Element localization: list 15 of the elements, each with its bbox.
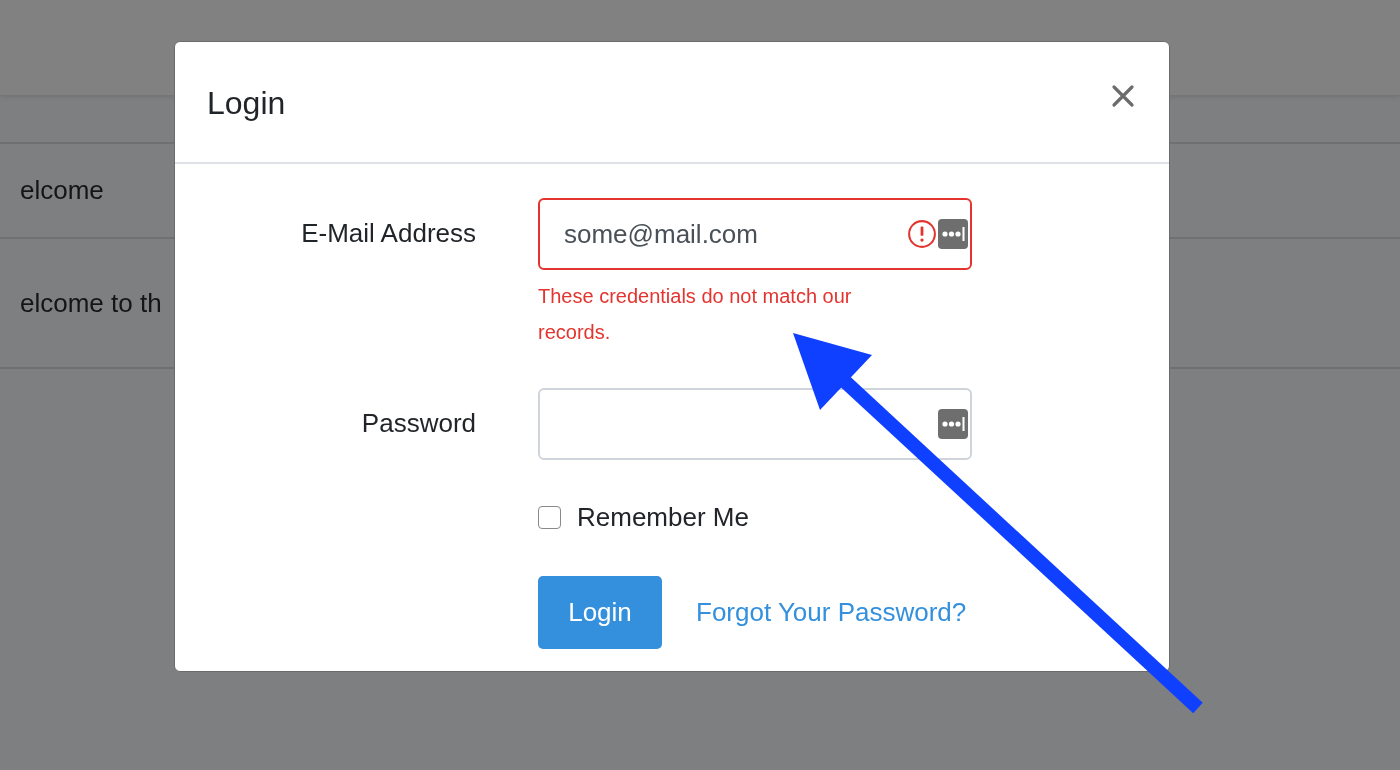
dialog-title: Login: [207, 84, 286, 122]
field-label: Password: [360, 407, 476, 439]
card-title: elcome: [20, 175, 104, 206]
card-text: elcome to th: [20, 287, 162, 319]
exclamation-icon: [908, 220, 936, 248]
dots-icon[interactable]: [938, 219, 968, 249]
remember-checkbox[interactable]: [538, 506, 561, 529]
dots-icon[interactable]: [938, 409, 968, 439]
field-label: E-Mail Address: [300, 217, 476, 249]
password-field[interactable]: [538, 388, 972, 460]
forgot-password-link[interactable]: Forgot Your Password?: [696, 597, 967, 628]
checkbox-label: Remember Me: [577, 502, 749, 533]
login-button[interactable]: Login: [538, 576, 662, 649]
error-message: These credentials do not match our records.: [538, 284, 853, 345]
email-field[interactable]: some@mail.com: [538, 198, 972, 270]
